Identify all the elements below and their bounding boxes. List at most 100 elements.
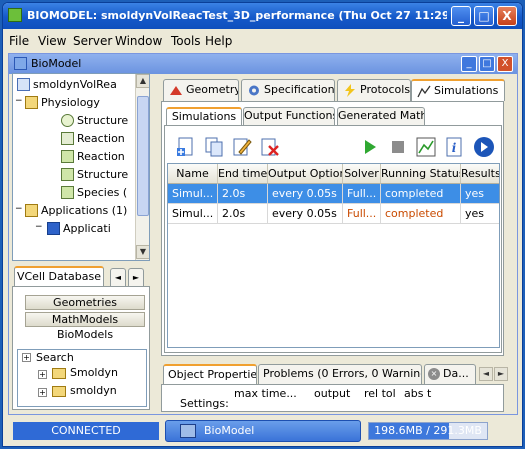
biomodel-frame-titlebar[interactable]: BioModel _ □ X [9,54,517,74]
expand-toggle-icon: − [35,222,43,232]
subtab-generated-math[interactable]: Generated Math [337,107,425,125]
column-header-output-option[interactable]: Output Option [268,164,343,184]
maximize-button[interactable]: □ [474,6,494,26]
table-cell[interactable]: Simul... [168,184,218,204]
results-chart-icon[interactable] [415,136,437,158]
tab-scroll-left-icon[interactable]: ◄ [110,268,126,286]
window-titlebar[interactable]: BIOMODEL: smoldynVolReacTest_3D_performa… [3,3,522,29]
tree-item[interactable]: Structure [13,112,135,130]
new-simulation-icon[interactable] [175,136,197,158]
tab-data[interactable]: × Da... [424,364,476,384]
subtab-output-functions[interactable]: Output Functions [243,107,335,125]
table-cell[interactable]: Full... [343,184,381,204]
tree-item[interactable]: − Applicati [13,220,135,238]
database-tab-content: Geometries MathModels BioModels + Search… [12,286,150,410]
table-icon [61,168,74,181]
mathmodels-button[interactable]: MathModels [25,312,145,327]
tree-item[interactable]: − Physiology [13,94,135,112]
table-cell[interactable]: 2.0s [218,184,268,204]
column-header-solver[interactable]: Solver [343,164,381,184]
table-cell[interactable]: yes [461,204,499,224]
copy-simulation-icon[interactable] [203,136,225,158]
tree-item[interactable]: smoldynVolRea [13,76,135,94]
minimize-button[interactable]: _ [451,6,471,26]
folder-icon [52,386,66,397]
menu-tools[interactable]: Tools [171,34,201,48]
delete-simulation-icon[interactable] [259,136,281,158]
info-icon[interactable]: i [443,136,465,158]
expand-toggle-icon: − [15,96,23,106]
tab-scroll-left-icon[interactable]: ◄ [479,367,493,381]
application-icon [47,222,60,235]
db-folder-label[interactable]: smoldyn [70,384,117,397]
run-simulation-icon[interactable] [359,136,381,158]
menu-server[interactable]: Server [73,34,112,48]
tab-vcell-database[interactable]: VCell Database [14,266,104,286]
expand-toggle-icon[interactable]: + [38,388,47,397]
next-arrow-icon[interactable] [473,136,495,158]
tab-problems[interactable]: Problems (0 Errors, 0 Warnings) [258,364,422,384]
column-header-running-status[interactable]: Running Status [381,164,461,184]
table-cell[interactable]: completed [381,204,461,224]
tab-object-properties[interactable]: Object Properties [163,364,257,384]
menu-help[interactable]: Help [205,34,232,48]
search-node-label[interactable]: Search [36,351,74,364]
geometry-icon [170,86,182,95]
tab-simulations[interactable]: Simulations [411,79,505,101]
column-header-end-time[interactable]: End time [218,164,268,184]
database-tree: + Search + Smoldyn + smoldyn [17,349,147,407]
menu-file[interactable]: File [9,34,29,48]
subtab-simulations[interactable]: Simulations [166,107,242,125]
geometries-button[interactable]: Geometries [25,295,145,310]
menu-view[interactable]: View [38,34,66,48]
tree-item[interactable]: Reaction [13,130,135,148]
db-folder-label[interactable]: Smoldyn [70,366,118,379]
close-tab-icon[interactable]: × [428,368,440,380]
tab-specifications[interactable]: Specifications [241,79,335,101]
model-tree: smoldynVolRea − Physiology Structure Rea… [12,73,150,261]
connection-status: CONNECTED [13,422,159,440]
expand-toggle-icon[interactable]: + [22,353,31,362]
table-cell[interactable]: 2.0s [218,204,268,224]
tree-item[interactable]: Structure [13,166,135,184]
biomodels-button[interactable]: BioModels [25,327,145,342]
edit-simulation-icon[interactable] [231,136,253,158]
frame-minimize-button[interactable]: _ [461,56,477,72]
biomodel-task-button[interactable]: BioModel [165,420,361,442]
table-cell[interactable]: every 0.05s [268,204,343,224]
close-button[interactable]: X [497,6,517,26]
tab-protocols[interactable]: Protocols [337,79,411,101]
tree-item[interactable]: Species ( [13,184,135,202]
settings-column: max time... [234,387,297,400]
tab-geometry[interactable]: Geometry [163,79,239,101]
frame-maximize-button[interactable]: □ [479,56,495,72]
table-cell[interactable]: every 0.05s [268,184,343,204]
scroll-down-icon[interactable]: ▼ [136,245,149,259]
table-cell[interactable]: completed [381,184,461,204]
column-header-results[interactable]: Results [461,164,499,184]
expand-toggle-icon[interactable]: + [38,370,47,379]
settings-column: rel tol [364,387,396,400]
settings-column: output [314,387,351,400]
scroll-up-icon[interactable]: ▲ [136,74,149,88]
tree-scrollbar[interactable]: ▲ ▼ [135,74,149,260]
app-icon [8,8,22,22]
table-cell[interactable]: Simul... [168,204,218,224]
frame-close-button[interactable]: X [497,56,513,72]
tree-item[interactable]: Reaction [13,148,135,166]
stop-simulation-icon[interactable] [387,136,409,158]
reaction-icon [61,132,74,145]
tab-scroll-right-icon[interactable]: ► [494,367,508,381]
biomodel-frame-title: BioModel [31,57,82,70]
scroll-thumb[interactable] [137,96,149,216]
tab-scroll-right-icon[interactable]: ► [128,268,144,286]
menu-bar: File View Server Window Tools Help [3,31,522,51]
tree-item[interactable]: − Applications (1) [13,202,135,220]
structure-icon [61,114,74,127]
folder-icon [25,96,38,109]
object-properties-content: Settings: max time... output rel tol abs… [161,384,504,412]
table-cell[interactable]: Full... [343,204,381,224]
table-cell[interactable]: yes [461,184,499,204]
column-header-name[interactable]: Name [168,164,218,184]
menu-window[interactable]: Window [115,34,162,48]
